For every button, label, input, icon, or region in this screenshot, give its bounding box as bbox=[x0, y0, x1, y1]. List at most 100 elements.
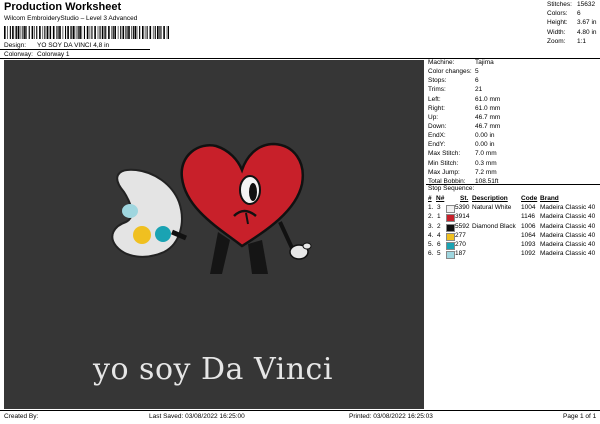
design-name: YO SOY DA VINCI 4,8 in bbox=[37, 42, 110, 49]
cell-num: 4. bbox=[428, 231, 434, 239]
cell-code: 1004 bbox=[521, 204, 536, 212]
param-label: Left: bbox=[428, 95, 441, 103]
cell-num: 3. bbox=[428, 222, 434, 230]
page-number: Page 1 of 1 bbox=[563, 413, 597, 420]
stat-value: 6 bbox=[577, 10, 581, 18]
cell-code: 1093 bbox=[521, 240, 536, 248]
cell-code: 1146 bbox=[521, 213, 535, 221]
color-swatch bbox=[446, 214, 455, 223]
stat-value: 15632 bbox=[577, 1, 596, 8]
cell-num: 5. bbox=[428, 240, 434, 248]
param-label: EndY: bbox=[428, 141, 446, 149]
cell-code: 1064 bbox=[521, 231, 536, 239]
param-value: 5 bbox=[475, 68, 479, 76]
stat-label: Stitches: bbox=[547, 1, 572, 8]
divider bbox=[0, 49, 150, 50]
table-row: 5. 6 270 1093 Madeira Classic 40 bbox=[428, 241, 600, 250]
table-row: 3. 2 5592 Diamond Black 1006 Madeira Cla… bbox=[428, 223, 600, 232]
param-value: 7.2 mm bbox=[475, 168, 497, 176]
cell-st: 270 bbox=[455, 240, 466, 248]
created-by: Created By: bbox=[4, 413, 39, 420]
cell-desc: Natural White bbox=[472, 204, 512, 212]
param-label: EndX: bbox=[428, 132, 446, 140]
color-swatch bbox=[446, 241, 455, 250]
paint-palette-icon bbox=[111, 168, 183, 258]
stat-value: 4.80 in bbox=[577, 28, 597, 36]
param-label: Up: bbox=[428, 113, 439, 121]
param-label: Min Stitch: bbox=[428, 159, 459, 167]
stop-sequence-title: Stop Sequence: bbox=[428, 185, 475, 192]
table-row: 2. 1 3914 1146 Madeira Classic 40 bbox=[428, 213, 600, 223]
col-brand: Brand bbox=[540, 195, 559, 202]
cell-brand: Madeira Classic 40 bbox=[540, 204, 596, 212]
col-st: St. bbox=[460, 195, 469, 202]
cell-n: 6 bbox=[437, 240, 441, 248]
footer: Created By: Last Saved: 03/08/2022 16:25… bbox=[0, 410, 600, 424]
param-value: 21 bbox=[475, 86, 483, 94]
cell-brand: Madeira Classic 40 bbox=[540, 213, 596, 221]
stop-sequence-table: # N# St. Description Code Brand 1. 3 539… bbox=[428, 195, 600, 260]
software-name: Wilcom EmbroideryStudio – Level 3 Advanc… bbox=[4, 15, 138, 22]
printed-date: Printed: 03/08/2022 16:25:03 bbox=[349, 413, 433, 420]
param-value: 46.7 mm bbox=[475, 122, 501, 130]
colorway-label: Colorway: bbox=[4, 51, 33, 58]
col-desc: Description bbox=[472, 195, 508, 202]
color-swatch bbox=[446, 232, 455, 241]
stat-value: 3.67 in bbox=[577, 19, 597, 27]
cell-n: 4 bbox=[437, 231, 441, 239]
param-label: Max Jump: bbox=[428, 168, 460, 176]
param-label: Down: bbox=[428, 122, 447, 130]
param-label: Trims: bbox=[428, 86, 446, 94]
cell-n: 2 bbox=[437, 222, 441, 230]
cell-st: 3914 bbox=[455, 213, 470, 221]
param-value: 6 bbox=[475, 77, 479, 85]
param-value: 0.3 mm bbox=[475, 159, 497, 167]
color-swatch bbox=[446, 251, 455, 260]
color-swatch bbox=[446, 205, 455, 214]
cell-brand: Madeira Classic 40 bbox=[540, 231, 596, 239]
param-label: Right: bbox=[428, 104, 445, 112]
design-label: Design: bbox=[4, 42, 27, 49]
param-label: Machine: bbox=[428, 59, 455, 66]
table-row: 6. 5 187 1092 Madeira Classic 40 bbox=[428, 250, 600, 260]
param-label: Max Stitch: bbox=[428, 150, 461, 158]
param-value: 46.7 mm bbox=[475, 113, 501, 121]
cell-brand: Madeira Classic 40 bbox=[540, 240, 596, 248]
barcode bbox=[4, 26, 169, 39]
param-value: 7.0 mm bbox=[475, 150, 497, 158]
last-saved: Last Saved: 03/08/2022 16:25:00 bbox=[149, 413, 245, 420]
glove-hand-icon bbox=[289, 242, 312, 260]
col-code: Code bbox=[521, 195, 538, 202]
param-label: Stops: bbox=[428, 77, 447, 85]
param-label: Color changes: bbox=[428, 68, 472, 76]
divider bbox=[0, 58, 600, 59]
worksheet-title: Production Worksheet bbox=[4, 1, 122, 13]
param-value: 61.0 mm bbox=[475, 95, 501, 103]
cell-brand: Madeira Classic 40 bbox=[540, 250, 596, 258]
table-header: # N# St. Description Code Brand bbox=[428, 195, 600, 204]
table-row: 4. 4 277 1064 Madeira Classic 40 bbox=[428, 232, 600, 241]
colorway-name: Colorway 1 bbox=[37, 51, 70, 58]
stat-label: Zoom: bbox=[547, 37, 566, 45]
cell-n: 3 bbox=[437, 204, 441, 212]
param-value: 61.0 mm bbox=[475, 104, 501, 112]
cell-st: 5592 bbox=[455, 222, 470, 230]
cell-st: 277 bbox=[455, 231, 466, 239]
param-value: 0.00 in bbox=[475, 141, 495, 149]
stat-label: Height: bbox=[547, 19, 568, 27]
cell-num: 1. bbox=[428, 204, 434, 212]
color-swatch bbox=[446, 223, 455, 232]
stat-value: 1:1 bbox=[577, 37, 587, 45]
cell-brand: Madeira Classic 40 bbox=[540, 222, 596, 230]
param-value: Tajima bbox=[475, 59, 494, 66]
cell-code: 1006 bbox=[521, 222, 536, 230]
stat-label: Colors: bbox=[547, 10, 568, 18]
cell-num: 2. bbox=[428, 213, 434, 221]
cell-n: 5 bbox=[437, 250, 441, 258]
cell-st: 5390 bbox=[455, 204, 470, 212]
table-row: 1. 3 5390 Natural White 1004 Madeira Cla… bbox=[428, 204, 600, 214]
param-value: 0.00 in bbox=[475, 132, 495, 140]
cell-n: 1 bbox=[437, 213, 441, 221]
cell-code: 1092 bbox=[521, 250, 536, 258]
design-preview: yo soy Da Vinci bbox=[4, 60, 424, 409]
